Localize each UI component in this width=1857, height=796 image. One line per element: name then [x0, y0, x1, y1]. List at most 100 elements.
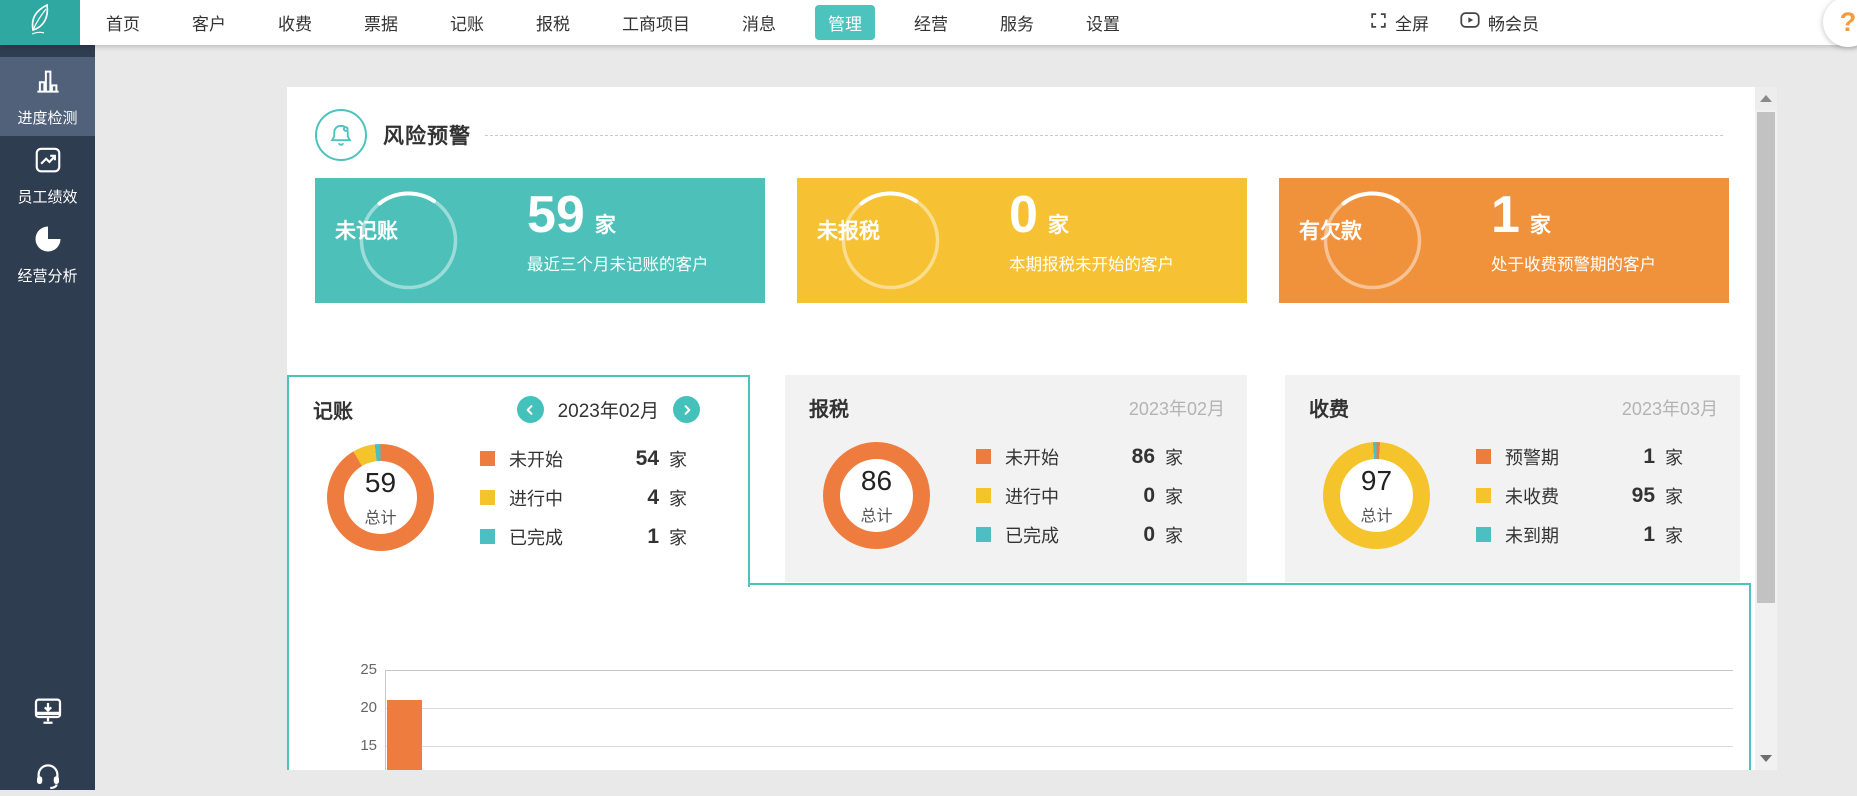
sidebar-item-label: 员工绩效	[17, 188, 78, 206]
legend-value: 86	[1131, 444, 1155, 468]
risk-card-desc: 本期报税未开始的客户	[1009, 255, 1174, 274]
legend-color-swatch	[1476, 527, 1491, 542]
panel-title: 记账	[313, 401, 353, 423]
sidebar-item-2[interactable]: 员工绩效	[0, 136, 95, 215]
help-floating-button[interactable]: ?	[1823, 0, 1857, 47]
donut-chart: 97 总计	[1323, 442, 1430, 549]
sidebar-item-label: 进度检测	[17, 109, 78, 127]
nav-item-5[interactable]: 记账	[450, 10, 484, 35]
risk-card-unit: 家	[1047, 214, 1069, 237]
legend-row: 未开始 54 家	[480, 446, 687, 472]
legend-unit: 家	[1665, 486, 1683, 507]
y-axis-line	[385, 670, 386, 770]
legend-row: 已完成 1 家	[480, 524, 687, 550]
scroll-down-button[interactable]	[1755, 747, 1777, 770]
risk-warning-title: 风险预警	[383, 125, 471, 148]
donut-total-value: 86	[860, 465, 893, 496]
risk-card-2[interactable]: 未报税 0 家本期报税未开始的客户	[797, 178, 1247, 303]
sidebar-item-label: 经营分析	[17, 267, 78, 285]
legend-value: 4	[647, 485, 659, 509]
legend-row: 未收费 95 家	[1476, 483, 1683, 509]
legend-label: 已完成	[1005, 525, 1059, 546]
y-axis-tick-label: 20	[360, 699, 377, 716]
sidebar-bottom-download-icon[interactable]	[0, 695, 95, 732]
panel-legend: 预警期 1 家未收费 95 家未到期 1 家	[1476, 444, 1683, 548]
risk-card-3[interactable]: 有欠款 1 家处于收费预警期的客户	[1279, 178, 1729, 303]
risk-card-value: 0	[1009, 186, 1038, 244]
legend-row: 未到期 1 家	[1476, 522, 1683, 548]
sidebar-item-1[interactable]: 进度检测	[0, 57, 95, 136]
legend-unit: 家	[669, 527, 687, 548]
sidebar-bottom-headset-icon[interactable]	[0, 761, 95, 796]
chart-bar	[387, 700, 422, 770]
fullscreen-label: 全屏	[1395, 15, 1429, 34]
risk-card-1[interactable]: 未记账 59 家最近三个月未记账的客户	[315, 178, 765, 303]
legend-row: 进行中 4 家	[480, 485, 687, 511]
legend-label: 未开始	[1005, 447, 1059, 468]
nav-item-2[interactable]: 客户	[192, 10, 226, 35]
nav-menu: 首页 客户 收费 票据 记账 报税 工商项目 消息 管理 经营 服务 设置	[106, 5, 1172, 40]
nav-item-8[interactable]: 消息	[742, 10, 776, 35]
risk-card-desc: 处于收费预警期的客户	[1491, 255, 1656, 274]
prev-month-button[interactable]	[516, 396, 544, 423]
panel-body: 59 总计 未开始 54 家进行中 4 家已完成 1 家	[289, 444, 748, 551]
legend-color-swatch	[480, 529, 495, 544]
nav-item-7[interactable]: 工商项目	[622, 10, 690, 35]
legend-unit: 家	[1165, 447, 1183, 468]
scroll-up-button[interactable]	[1755, 87, 1777, 110]
nav-item-11[interactable]: 服务	[1000, 10, 1034, 35]
risk-card-label: 未记账	[335, 219, 398, 243]
legend-value: 0	[1143, 483, 1155, 507]
nav-item-10[interactable]: 经营	[914, 10, 948, 35]
legend-label: 进行中	[1005, 486, 1059, 507]
play-video-icon	[1459, 9, 1481, 36]
legend-value: 1	[1643, 444, 1655, 468]
gridline	[385, 708, 1733, 709]
next-month-button[interactable]	[673, 396, 700, 423]
nav-item-1[interactable]: 首页	[106, 10, 140, 35]
donut-center: 59 总计	[344, 461, 417, 534]
panel-记账[interactable]: 记账 2023年02月 59 总计 未开始 54 家进行中 4 家已完成 1 家	[287, 375, 750, 587]
gridline	[385, 670, 1733, 671]
legend-value: 1	[1643, 522, 1655, 546]
nav-right-tools: 全屏 畅会员	[1369, 9, 1539, 36]
sidebar-item-3[interactable]: 经营分析	[0, 215, 95, 294]
headset-icon	[33, 761, 63, 796]
panel-month-label: 2023年02月	[557, 401, 659, 422]
nav-item-4[interactable]: 票据	[364, 10, 398, 35]
legend-unit: 家	[1165, 525, 1183, 546]
app-logo[interactable]	[0, 0, 80, 45]
nav-item-3[interactable]: 收费	[278, 10, 312, 35]
risk-card-value: 59	[527, 186, 585, 244]
fullscreen-button[interactable]: 全屏	[1369, 10, 1429, 35]
sidebar-menu: 进度检测员工绩效经营分析	[0, 57, 95, 294]
panel-title: 收费	[1309, 399, 1349, 421]
legend-label: 进行中	[509, 488, 563, 509]
fullscreen-icon	[1369, 11, 1388, 35]
panel-报税[interactable]: 报税 2023年02月 86 总计 未开始 86 家进行中 0 家已完成 0 家	[785, 375, 1247, 582]
panel-收费[interactable]: 收费 2023年03月 97 总计 预警期 1 家未收费 95 家未到期 1 家	[1285, 375, 1740, 582]
legend-color-swatch	[480, 451, 495, 466]
legend-value: 0	[1143, 522, 1155, 546]
risk-card-info: 1 家处于收费预警期的客户	[1491, 188, 1656, 275]
nav-item-6[interactable]: 报税	[536, 10, 570, 35]
nav-item-9[interactable]: 管理	[815, 5, 875, 40]
legend-label: 已完成	[509, 527, 563, 548]
bar-chart-icon	[33, 66, 63, 100]
risk-card-label: 未报税	[817, 219, 880, 243]
top-navbar: 首页 客户 收费 票据 记账 报税 工商项目 消息 管理 经营 服务 设置 全屏 畅会员 ?	[0, 0, 1857, 47]
vertical-scrollbar[interactable]	[1755, 87, 1777, 770]
legend-color-swatch	[1476, 488, 1491, 503]
donut-total-value: 97	[1360, 465, 1393, 496]
legend-unit: 家	[1165, 486, 1183, 507]
member-button[interactable]: 畅会员	[1459, 9, 1539, 36]
y-axis-tick-label: 15	[360, 737, 377, 754]
nav-item-12[interactable]: 设置	[1086, 10, 1120, 35]
donut-total-value: 59	[364, 467, 397, 498]
panel-month-label: 2023年03月	[1621, 398, 1718, 419]
legend-unit: 家	[1665, 525, 1683, 546]
legend-color-swatch	[976, 449, 991, 464]
panel-legend: 未开始 54 家进行中 4 家已完成 1 家	[480, 446, 687, 550]
y-axis-tick-label: 25	[360, 661, 377, 678]
scrollbar-thumb[interactable]	[1757, 112, 1775, 603]
